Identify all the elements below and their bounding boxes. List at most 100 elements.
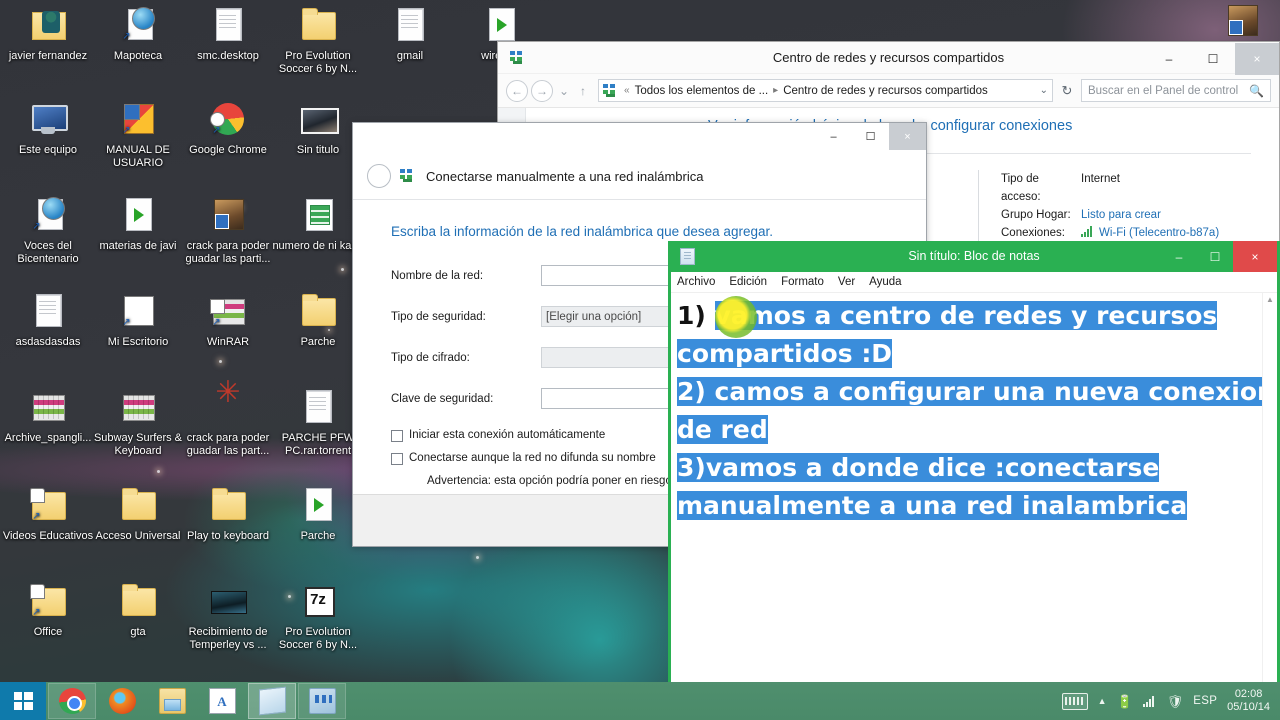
menu-item-archivo[interactable]: Archivo (677, 276, 715, 288)
start-button[interactable] (0, 682, 46, 720)
battery-icon[interactable]: 🔋 (1117, 695, 1133, 708)
menu-item-formato[interactable]: Formato (781, 276, 824, 288)
control-panel-caption-buttons[interactable]: – ☐ × (1147, 42, 1279, 75)
desktop-icon[interactable]: Subway Surfers & Keyboard (92, 388, 184, 458)
desktop-icon[interactable]: Sin titulo (272, 100, 364, 157)
recent-locations-button[interactable]: ⌄ (556, 80, 572, 102)
menu-item-ayuda[interactable]: Ayuda (869, 276, 901, 288)
address-bar[interactable]: « Todos los elementos de ... ▸ Centro de… (598, 79, 1053, 102)
maximize-button[interactable]: ☐ (852, 123, 889, 150)
back-button[interactable]: ← (506, 79, 528, 102)
notepad-line: compartidos :D (677, 335, 1277, 373)
wizard-caption-buttons[interactable]: – ☐ × (815, 123, 926, 153)
taskbar-item-firefox[interactable] (98, 683, 146, 719)
desktop-icon[interactable]: ↗ MANUAL DE USUARIO (92, 100, 184, 170)
minimize-button[interactable]: – (815, 123, 852, 150)
taskbar-item-network-center[interactable] (298, 683, 346, 719)
network-icon (510, 50, 526, 66)
signal-bars-icon[interactable] (1142, 695, 1157, 707)
desktop-icon[interactable]: materias de javi (92, 196, 184, 253)
folder-icon (206, 486, 250, 526)
maximize-button[interactable]: ☐ (1191, 43, 1235, 75)
notepad-window[interactable]: Sin título: Bloc de notas – ☐ × Archivo E… (668, 241, 1280, 689)
wifi-bars-icon (1081, 226, 1095, 237)
refresh-icon[interactable]: ↻ (1056, 80, 1078, 102)
wizard-field-label: Nombre de la red: (391, 269, 484, 282)
minimize-button[interactable]: – (1161, 241, 1197, 272)
desktop-icon[interactable]: Parche (272, 486, 364, 543)
language-indicator[interactable]: ESP (1193, 695, 1217, 707)
control-panel-navigation-bar[interactable]: ← → ⌄ ↑ « Todos los elementos de ... ▸ C… (498, 74, 1279, 108)
desktop-icon[interactable]: ↗ Google Chrome (182, 100, 274, 157)
desktop-icon[interactable]: Pro Evolution Soccer 6 by N... (272, 6, 364, 76)
touch-keyboard-icon[interactable] (1061, 692, 1088, 710)
document-icon (388, 6, 432, 46)
checkbox[interactable] (391, 430, 403, 442)
taskbar-item-wordpad[interactable] (198, 683, 246, 719)
close-button[interactable]: × (889, 123, 926, 150)
desktop-icon[interactable]: numero de ni kapo (272, 196, 364, 253)
notepad-titlebar[interactable]: Sin título: Bloc de notas – ☐ × (671, 241, 1277, 272)
desktop-icon[interactable]: Play to keyboard (182, 486, 274, 543)
clock[interactable]: 02:08 05/10/14 (1227, 688, 1270, 714)
maximize-button[interactable]: ☐ (1197, 241, 1233, 272)
menu-item-ver[interactable]: Ver (838, 276, 855, 288)
close-button[interactable]: × (1233, 241, 1277, 272)
close-button[interactable]: × (1235, 42, 1279, 75)
taskbar-item-notepad[interactable] (248, 683, 296, 719)
desktop-icon[interactable]: ↗ Office (2, 582, 94, 639)
system-tray[interactable]: ▲ 🔋 🛡 ESP 02:08 05/10/14 (1061, 688, 1280, 714)
notepad-scrollbar[interactable]: ▲ (1262, 293, 1277, 686)
desktop-icon[interactable]: Acceso Universal (92, 486, 184, 543)
desktop-icon[interactable]: ↗ Mapoteca (92, 6, 184, 63)
desktop-icon[interactable]: PARCHE PFW PC.rar.torrent (272, 388, 364, 458)
desktop-icon[interactable] (1196, 2, 1280, 46)
desktop-icon[interactable]: Parche (272, 292, 364, 349)
desktop-icon[interactable]: Este equipo (2, 100, 94, 157)
shortcut-arrow-icon: ↗ (32, 511, 41, 522)
desktop-icon[interactable]: smc.desktop (182, 6, 274, 63)
desktop-icon[interactable]: asdasdasdas (2, 292, 94, 349)
taskbar-item-file-explorer[interactable] (148, 683, 196, 719)
desktop-icon[interactable]: ↗ WinRAR (182, 292, 274, 349)
taskbar-item-google-chrome[interactable] (48, 683, 96, 719)
desktop-icon[interactable]: crack para poder guadar las part... (182, 386, 274, 458)
desktop-icon[interactable]: Recibimiento de Temperley vs ... (182, 582, 274, 652)
up-button[interactable]: ↑ (575, 80, 591, 102)
network-detail-value[interactable]: Wi-Fi (Telecentro-b87a) (1081, 224, 1219, 242)
network-detail-value[interactable]: Listo para crear (1081, 206, 1161, 224)
desktop-icon[interactable]: Archive_spangli... (2, 388, 94, 445)
action-center-icon[interactable]: 🛡 (1167, 695, 1184, 708)
address-bar-icon (603, 83, 619, 99)
notepad-menubar[interactable]: Archivo Edición Formato Ver Ayuda (671, 272, 1277, 293)
notepad-icon (680, 248, 695, 265)
breadcrumb-item-current[interactable]: Centro de redes y recursos compartidos (783, 85, 988, 97)
network-detail-row: Grupo Hogar: Listo para crear (1001, 206, 1219, 224)
address-overflow-chevron[interactable]: « (624, 85, 630, 96)
scroll-up-icon[interactable]: ▲ (1263, 293, 1277, 307)
show-hidden-icons-button[interactable]: ▲ (1098, 696, 1107, 706)
breadcrumb-item-all-items[interactable]: Todos los elementos de ... (635, 85, 769, 97)
shortcut-arrow-icon: ↗ (122, 317, 131, 328)
desktop-icon[interactable]: javier fernandez (2, 6, 94, 63)
wizard-titlebar[interactable]: – ☐ × (353, 123, 926, 153)
control-panel-titlebar[interactable]: Centro de redes y recursos compartidos –… (498, 42, 1279, 75)
back-arrow-icon[interactable]: back-arrow-icon (367, 164, 391, 188)
desktop-icon[interactable]: gta (92, 582, 184, 639)
desktop-icon[interactable]: ↗ Videos Educativos (2, 486, 94, 543)
taskbar[interactable]: ▲ 🔋 🛡 ESP 02:08 05/10/14 (0, 682, 1280, 720)
desktop-icon[interactable]: crack para poder guadar las parti... (182, 196, 274, 266)
desktop-icon[interactable]: Pro Evolution Soccer 6 by N... (272, 582, 364, 652)
desktop-icon[interactable]: ↗ Mi Escritorio (92, 292, 184, 349)
desktop-icon[interactable]: gmail (364, 6, 456, 63)
notepad-text-area[interactable]: 1) vamos a centro de redes y recursos com… (671, 293, 1277, 686)
desktop-icon-label: PARCHE PFW PC.rar.torrent (281, 432, 355, 457)
forward-button[interactable]: → (531, 79, 553, 102)
checkbox[interactable] (391, 453, 403, 465)
menu-item-edicin[interactable]: Edición (729, 276, 767, 288)
notepad-caption-buttons[interactable]: – ☐ × (1161, 241, 1277, 272)
chevron-down-icon[interactable]: ⌄ (1040, 85, 1048, 96)
minimize-button[interactable]: – (1147, 43, 1191, 75)
search-input[interactable]: Buscar en el Panel de control 🔍 (1081, 79, 1271, 102)
desktop-icon[interactable]: ↗ Voces del Bicentenario (2, 196, 94, 266)
